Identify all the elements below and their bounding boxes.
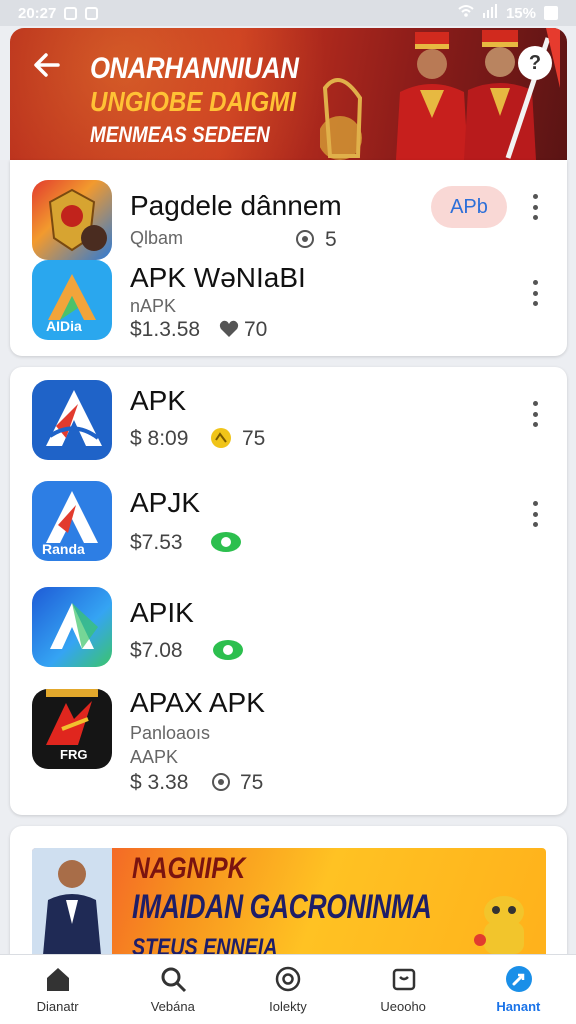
nav-label: Dianatr — [36, 999, 79, 1014]
android-robot-icon — [474, 896, 524, 954]
apk-logo-icon — [46, 390, 102, 446]
more-options-button[interactable] — [530, 280, 540, 306]
signal-icon — [482, 4, 498, 22]
app-developer: Panloaoıs — [130, 723, 211, 743]
box-icon — [392, 968, 415, 991]
nav-label: Iolekty — [269, 999, 307, 1014]
app-icon — [32, 587, 112, 667]
app-name: APK WəNIaBI — [130, 262, 306, 293]
notification-icon — [64, 6, 78, 20]
app-developer: nAPK — [130, 296, 177, 316]
nav-label: Vebána — [150, 999, 195, 1014]
promo-card: NAGNIPK IMAIDAN GACRONINMA STEUS ENNEIA — [10, 826, 567, 966]
app-price: $ 8:09 — [130, 427, 189, 450]
app-icon — [32, 380, 112, 460]
header-banner: ONARHANNIUAN UNGIOBE DAIGMI MENMEAS SEDE… — [10, 28, 567, 160]
search-icon — [161, 967, 187, 993]
app-price: $1.3.58 — [130, 318, 201, 341]
heart-icon — [219, 320, 239, 337]
banner-tagline: MENMEAS SEDEEN — [90, 122, 270, 147]
app-name: APIK — [130, 597, 194, 628]
person-image — [32, 848, 112, 966]
garuda-emblem-icon — [48, 188, 107, 252]
app-list-card: APK $ 8:09 75 Randa APJK $7.53 APIK $7.0… — [10, 367, 567, 815]
app-rating: 70 — [244, 318, 268, 341]
featured-apps-card: Pagdele dânnem Qlbam 5 APb AIDia APK WəN… — [10, 160, 567, 356]
yellow-badge-icon — [211, 428, 231, 448]
app-price: $7.53 — [130, 531, 183, 554]
list-item[interactable]: FRG APAX APK Panloaoıs AAPK $ 3.38 75 — [10, 683, 567, 815]
install-button[interactable]: APb — [431, 186, 507, 228]
nav-item-search[interactable]: Vebána — [115, 955, 230, 1024]
performers-image — [320, 28, 560, 160]
battery-icon — [544, 6, 558, 20]
green-badge-icon — [213, 640, 243, 660]
list-item[interactable]: Pagdele dânnem Qlbam 5 APb — [10, 160, 567, 260]
green-badge-icon — [211, 532, 241, 552]
app-icon: AIDia — [32, 260, 112, 340]
app-category: AAPK — [130, 747, 179, 767]
app-price: $ 3.38 — [130, 771, 189, 794]
app-name: APK — [130, 385, 187, 416]
app-icon-label: AIDia — [46, 318, 82, 334]
nav-label: Ueooho — [380, 999, 426, 1014]
bottom-nav: Dianatr Vebána Iolekty Ueooho Hanant — [0, 954, 576, 1024]
promo-banner[interactable]: NAGNIPK IMAIDAN GACRONINMA STEUS ENNEIA — [32, 848, 546, 966]
app-rating: 75 — [240, 771, 264, 794]
compass-icon — [505, 966, 532, 992]
notification-icon — [85, 6, 99, 20]
back-button[interactable] — [32, 50, 62, 86]
banner-title: ONARHANNIUAN — [90, 52, 299, 85]
help-button[interactable]: ? — [518, 46, 552, 80]
arrow-left-icon — [34, 53, 60, 77]
list-item[interactable]: Randa APJK $7.53 — [10, 471, 567, 577]
wifi-icon — [458, 4, 474, 22]
promo-headline: IMAIDAN GACRONINMA — [132, 888, 432, 926]
question-icon: ? — [528, 52, 542, 74]
apk-logo-icon — [50, 603, 98, 649]
nav-item-target[interactable]: Iolekty — [230, 955, 345, 1024]
eye-icon — [296, 230, 314, 248]
list-item[interactable]: APIK $7.08 — [10, 577, 567, 683]
app-icon — [32, 180, 112, 260]
target-icon — [276, 966, 301, 992]
app-price: $7.08 — [130, 639, 183, 662]
list-item[interactable]: AIDia APK WəNIaBI nAPK $1.3.58 70 — [10, 256, 567, 356]
promo-title: NAGNIPK — [132, 852, 246, 885]
home-icon — [47, 968, 69, 991]
more-options-button[interactable] — [530, 401, 540, 427]
app-name: Pagdele dânnem — [130, 190, 342, 221]
status-bar: 20:27 15% — [0, 0, 576, 26]
app-icon: FRG — [32, 689, 112, 769]
app-rating: 5 — [325, 228, 337, 251]
app-name: APAX APK — [130, 687, 265, 718]
app-icon-label: FRG — [60, 747, 88, 762]
eye-icon — [212, 773, 230, 791]
list-item[interactable]: APK $ 8:09 75 — [10, 367, 567, 471]
battery-text: 15% — [505, 4, 536, 22]
nav-item-box[interactable]: Ueooho — [346, 955, 461, 1024]
nav-item-compass[interactable]: Hanant — [461, 955, 576, 1024]
status-time: 20:27 — [18, 4, 57, 22]
more-options-button[interactable] — [530, 194, 540, 220]
app-icon: Randa — [32, 481, 112, 561]
more-options-button[interactable] — [530, 501, 540, 527]
nav-item-home[interactable]: Dianatr — [0, 955, 115, 1024]
nav-label: Hanant — [496, 999, 541, 1014]
app-developer: Qlbam — [130, 228, 184, 248]
app-icon-label: Randa — [42, 541, 85, 557]
banner-subtitle: UNGIOBE DAIGMI — [90, 86, 297, 117]
app-name: APJK — [130, 487, 201, 518]
app-rating: 75 — [242, 427, 266, 450]
